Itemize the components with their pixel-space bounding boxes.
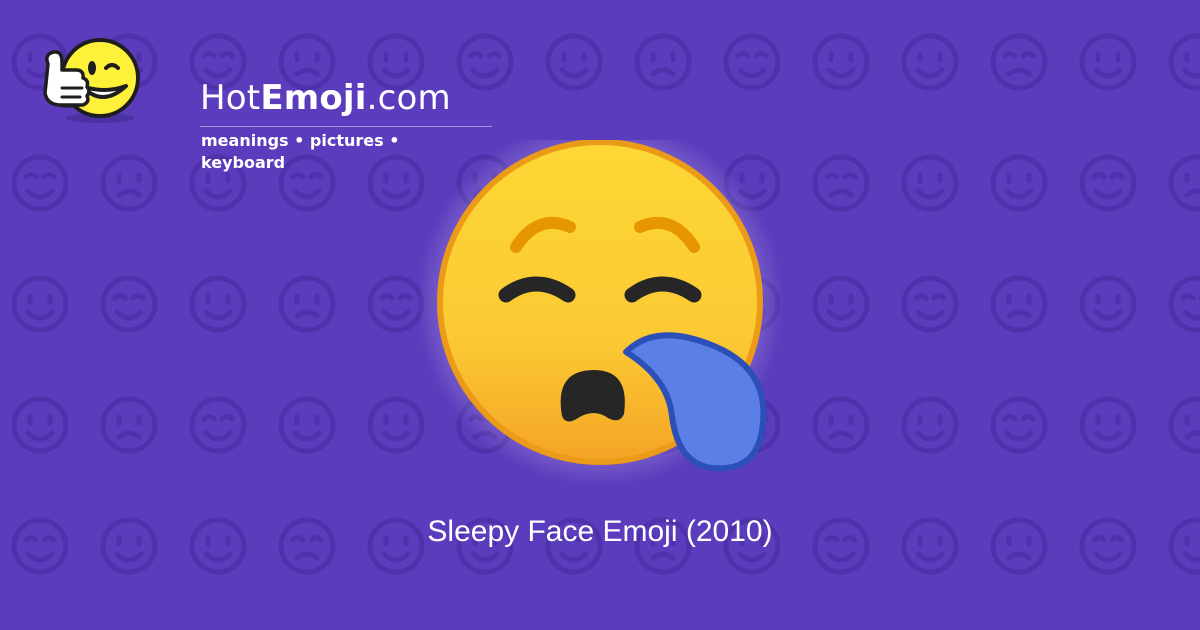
site-name-prefix: Hot xyxy=(200,78,261,118)
pattern-confetti-icon xyxy=(189,275,247,333)
site-name-bold: Emoji xyxy=(260,78,367,118)
pattern-grin-icon xyxy=(11,154,69,212)
site-name: HotEmoji.com xyxy=(200,78,451,118)
emoji-caption: Sleepy Face Emoji (2010) xyxy=(427,515,773,548)
share-card: HotEmoji.com meanings • pictures • keybo… xyxy=(0,0,1200,630)
sleepy-face-emoji-icon xyxy=(420,140,784,486)
pattern-wink-icon xyxy=(189,396,247,454)
pattern-mask-icon xyxy=(901,275,959,333)
pattern-eyes-icon xyxy=(634,33,692,91)
site-brand[interactable]: HotEmoji.com meanings • pictures • keybo… xyxy=(40,34,492,172)
pattern-angry-icon xyxy=(1168,154,1200,212)
pattern-raised-hands-icon xyxy=(901,33,959,91)
pattern-recycle-icon xyxy=(812,396,870,454)
pattern-zzz-icon xyxy=(1079,396,1137,454)
pattern-devil-icon xyxy=(1079,154,1137,212)
pattern-music-notes-icon xyxy=(990,396,1048,454)
thumbs-up-smiley-icon xyxy=(43,38,140,123)
pattern-monkey-icon xyxy=(901,154,959,212)
pattern-arrow-left-icon xyxy=(11,275,69,333)
pattern-fire-icon xyxy=(100,275,158,333)
pattern-recycle-icon xyxy=(812,33,870,91)
pattern-relieved-icon xyxy=(100,396,158,454)
pattern-camera-icon xyxy=(990,275,1048,333)
pattern-raised-hands-icon xyxy=(901,396,959,454)
pattern-smile-icon xyxy=(11,396,69,454)
pattern-sun-icon xyxy=(367,275,425,333)
brand-divider xyxy=(200,126,492,127)
pattern-sparkles-icon xyxy=(100,154,158,212)
site-name-suffix: .com xyxy=(366,78,451,118)
pattern-frown-icon xyxy=(1168,396,1200,454)
pattern-kissing-face-icon xyxy=(1168,275,1200,333)
pattern-heart-icon xyxy=(812,154,870,212)
pattern-hearts-icon xyxy=(278,396,336,454)
pattern-frown-icon xyxy=(1168,33,1200,91)
pattern-beaming-heart-icon xyxy=(1079,275,1137,333)
pattern-rose-icon xyxy=(278,275,336,333)
pattern-music-notes-icon xyxy=(990,33,1048,91)
pattern-neutral-icon xyxy=(545,33,603,91)
pattern-tired-icon xyxy=(367,396,425,454)
pattern-waving-hand-icon xyxy=(812,275,870,333)
pattern-scream-icon xyxy=(990,154,1048,212)
pattern-smirk-icon xyxy=(723,33,781,91)
pattern-zzz-icon xyxy=(1079,33,1137,91)
